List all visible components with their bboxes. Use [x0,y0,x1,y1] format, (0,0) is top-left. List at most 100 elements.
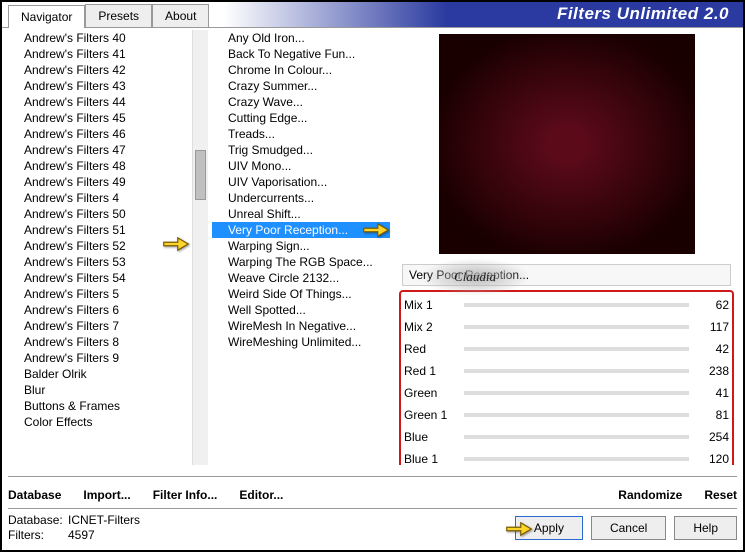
help-button[interactable]: Help [674,516,737,540]
filter-item[interactable]: Crazy Summer... [212,78,390,94]
slider-track[interactable] [464,457,689,461]
category-item[interactable]: Andrew's Filters 40 [8,30,208,46]
slider-value: 42 [695,342,729,356]
filters-key: Filters: [8,528,68,543]
tab-navigator[interactable]: Navigator [8,5,85,28]
tab-presets[interactable]: Presets [85,4,152,27]
slider-value: 117 [695,320,729,334]
slider-row: Mix 2117 [404,316,729,338]
preview-panel: Very Poor Reception... Mix 162Mix 2117Re… [396,30,737,465]
filter-item[interactable]: Very Poor Reception... [212,222,390,238]
filter-item[interactable]: Unreal Shift... [212,206,390,222]
filter-info-button[interactable]: Filter Info... [153,488,218,502]
parameter-sliders: Mix 162Mix 2117Red42Red 1238Green41Green… [399,290,734,465]
filter-item[interactable]: Weird Side Of Things... [212,286,390,302]
tabstrip: Navigator Presets About [2,2,209,27]
category-item[interactable]: Blur [8,382,208,398]
database-button[interactable]: Database [8,488,61,502]
slider-value: 41 [695,386,729,400]
category-item[interactable]: Andrew's Filters 52 [8,238,208,254]
slider-track[interactable] [464,369,689,373]
filter-item[interactable]: Back To Negative Fun... [212,46,390,62]
scrollbar[interactable] [192,30,208,465]
filter-item[interactable]: Undercurrents... [212,190,390,206]
category-item[interactable]: Andrew's Filters 43 [8,78,208,94]
slider-track[interactable] [464,391,689,395]
filter-item[interactable]: Warping Sign... [212,238,390,254]
import-button[interactable]: Import... [83,488,130,502]
slider-row: Mix 1 62 [404,294,729,316]
category-item[interactable]: Andrew's Filters 54 [8,270,208,286]
slider-value: 62 [695,298,729,312]
filter-item[interactable]: WireMesh In Negative... [212,318,390,334]
tab-about[interactable]: About [152,4,209,27]
filter-item[interactable]: Chrome In Colour... [212,62,390,78]
slider-track[interactable] [464,413,689,417]
slider-track[interactable] [464,435,689,439]
category-item[interactable]: Andrew's Filters 9 [8,350,208,366]
app-title: Filters Unlimited 2.0 [543,2,743,27]
category-item[interactable]: Andrew's Filters 41 [8,46,208,62]
slider-track[interactable] [464,303,689,307]
category-item[interactable]: Andrew's Filters 50 [8,206,208,222]
filter-item[interactable]: Warping The RGB Space... [212,254,390,270]
slider-label: Green [404,386,458,400]
slider-track[interactable] [464,347,689,351]
category-item[interactable]: Andrew's Filters 48 [8,158,208,174]
cancel-button[interactable]: Cancel [591,516,666,540]
category-item[interactable]: Andrew's Filters 6 [8,302,208,318]
category-list[interactable]: Andrew's Filters 40Andrew's Filters 41An… [8,30,208,465]
filter-item[interactable]: Any Old Iron... [212,30,390,46]
slider-track[interactable] [464,325,689,329]
slider-label: Red [404,342,458,356]
bottom-toolbar: Database Import... Filter Info... Editor… [8,476,737,506]
slider-row: Blue 1 120 [404,448,729,465]
category-item[interactable]: Andrew's Filters 46 [8,126,208,142]
category-item[interactable]: Andrew's Filters 53 [8,254,208,270]
category-item[interactable]: Andrew's Filters 7 [8,318,208,334]
window-header: Navigator Presets About Filters Unlimite… [2,2,743,28]
slider-row: Red 42 [404,338,729,360]
slider-value: 120 [695,452,729,465]
apply-button[interactable]: Apply [515,516,583,540]
category-item[interactable]: Andrew's Filters 5 [8,286,208,302]
category-item[interactable]: Andrew's Filters 47 [8,142,208,158]
filter-list[interactable]: Any Old Iron...Back To Negative Fun...Ch… [212,30,390,465]
slider-value: 238 [695,364,729,378]
category-item[interactable]: Andrew's Filters 49 [8,174,208,190]
scrollbar-thumb[interactable] [195,150,206,200]
slider-label: Blue [404,430,458,444]
filter-item[interactable]: UIV Mono... [212,158,390,174]
database-key: Database: [8,513,68,528]
filter-item[interactable]: Crazy Wave... [212,94,390,110]
randomize-button[interactable]: Randomize [618,488,682,502]
filter-item[interactable]: WireMeshing Unlimited... [212,334,390,350]
slider-label: Mix 1 [404,298,458,312]
filter-item[interactable]: Weave Circle 2132... [212,270,390,286]
category-item[interactable]: Andrew's Filters 45 [8,110,208,126]
filter-item[interactable]: Trig Smudged... [212,142,390,158]
filter-item[interactable]: Well Spotted... [212,302,390,318]
main-panel: Andrew's Filters 40Andrew's Filters 41An… [8,30,737,465]
slider-row: Red 1238 [404,360,729,382]
slider-row: Green 41 [404,382,729,404]
category-item[interactable]: Buttons & Frames [8,398,208,414]
footer-buttons: Apply Cancel Help [515,516,737,540]
reset-button[interactable]: Reset [704,488,737,502]
editor-button[interactable]: Editor... [239,488,283,502]
preview-image [439,34,695,254]
filter-item[interactable]: Treads... [212,126,390,142]
category-item[interactable]: Color Effects [8,414,208,430]
category-item[interactable]: Andrew's Filters 4 [8,190,208,206]
category-item[interactable]: Andrew's Filters 42 [8,62,208,78]
category-item[interactable]: Andrew's Filters 44 [8,94,208,110]
filter-item[interactable]: UIV Vaporisation... [212,174,390,190]
filter-item[interactable]: Cutting Edge... [212,110,390,126]
category-item[interactable]: Andrew's Filters 51 [8,222,208,238]
category-item[interactable]: Balder Olrik [8,366,208,382]
slider-label: Blue 1 [404,452,458,465]
slider-row: Green 181 [404,404,729,426]
database-value: ICNET-Filters [68,513,140,527]
category-item[interactable]: Andrew's Filters 8 [8,334,208,350]
slider-label: Green 1 [404,408,458,422]
